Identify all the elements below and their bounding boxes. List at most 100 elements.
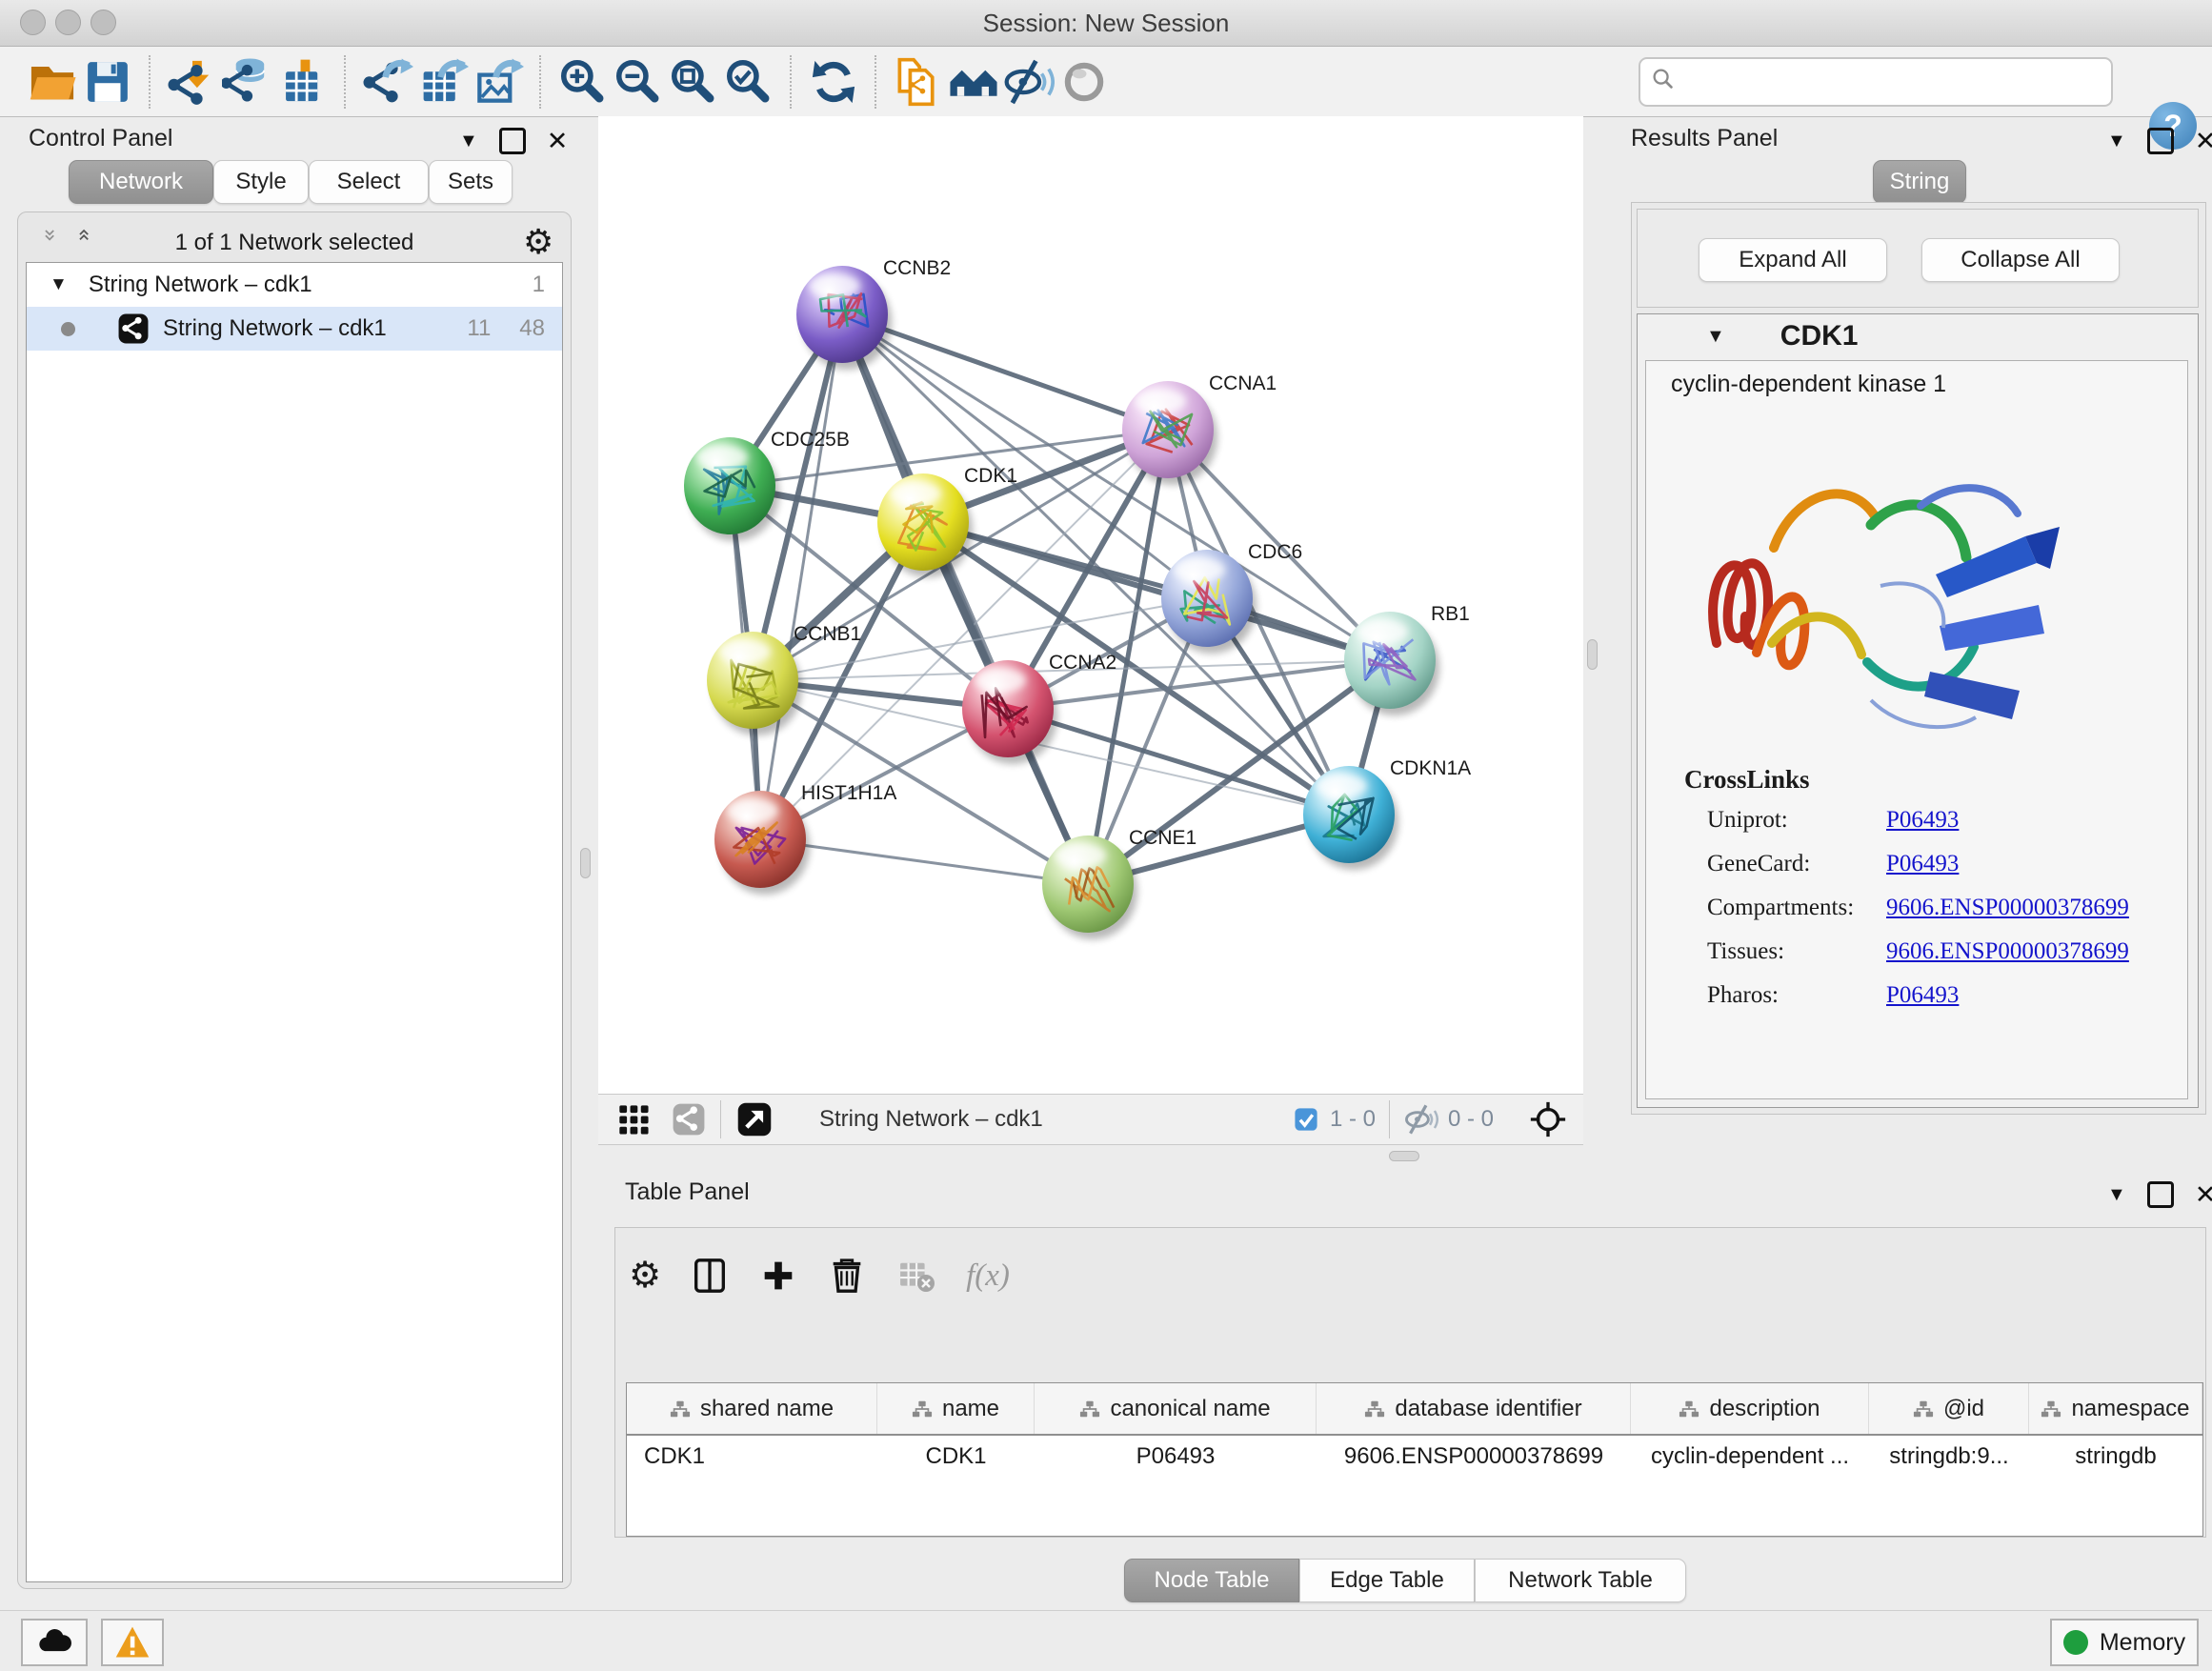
node-table[interactable]: shared namenamecanonical namedatabase id… bbox=[626, 1382, 2203, 1537]
crosslink-value-link[interactable]: 9606.ENSP00000378699 bbox=[1886, 895, 2129, 921]
column-header-name[interactable]: name bbox=[877, 1383, 1035, 1434]
zoom-out-button[interactable] bbox=[611, 53, 666, 111]
import-network-database-button[interactable] bbox=[220, 53, 275, 111]
tab-network[interactable]: Network bbox=[69, 160, 213, 204]
table-cell[interactable]: P06493 bbox=[1035, 1435, 1317, 1478]
table-options-gear-icon[interactable]: ⚙ bbox=[629, 1257, 661, 1295]
node-CCNE1[interactable]: CCNE1 bbox=[1042, 827, 1196, 933]
zoom-selected-button[interactable] bbox=[721, 53, 776, 111]
edge-CCNB2-CCNA1[interactable] bbox=[842, 314, 1168, 430]
collection-expander-icon[interactable]: ▼ bbox=[50, 274, 68, 295]
hierarchy-icon bbox=[1913, 1399, 1934, 1419]
import-network-file-button[interactable] bbox=[165, 53, 220, 111]
import-table-button[interactable] bbox=[275, 53, 331, 111]
network-options-gear-icon[interactable]: ⚙ bbox=[523, 222, 553, 262]
panel-menu-caret-icon[interactable]: ▼ bbox=[2107, 131, 2126, 152]
toolbar-separator bbox=[149, 55, 151, 109]
hidden-eye-icon[interactable] bbox=[1404, 1102, 1438, 1137]
network-view-canvas[interactable]: CCNB2CCNA1CDC25BCDK1CDC6RB1CCNB1CCNA2CDK… bbox=[598, 116, 1583, 1094]
crosslink-value-link[interactable]: P06493 bbox=[1886, 851, 1959, 877]
refresh-view-button[interactable] bbox=[806, 53, 861, 111]
gene-description: cyclin-dependent kinase 1 bbox=[1671, 371, 1946, 398]
network-collection-row[interactable]: ▼ String Network – cdk1 1 bbox=[27, 263, 562, 307]
export-table-button[interactable] bbox=[415, 53, 471, 111]
cloud-button[interactable] bbox=[21, 1619, 88, 1666]
column-header-description[interactable]: description bbox=[1631, 1383, 1869, 1434]
column-header-namespace[interactable]: namespace bbox=[2029, 1383, 2202, 1434]
node-HIST1H1A[interactable]: HIST1H1A bbox=[714, 782, 896, 888]
gene-details-card: cyclin-dependent kinase 1 Cross bbox=[1645, 360, 2188, 1099]
tab-sets[interactable]: Sets bbox=[429, 160, 513, 204]
collapse-all-button[interactable]: Collapse All bbox=[1921, 238, 2120, 282]
export-image-button[interactable] bbox=[471, 53, 526, 111]
zoom-fit-button[interactable] bbox=[666, 53, 721, 111]
panel-menu-caret-icon[interactable]: ▼ bbox=[459, 131, 478, 152]
left-splitter-handle[interactable] bbox=[580, 848, 591, 878]
expand-all-button[interactable]: Expand All bbox=[1699, 238, 1887, 282]
home-button[interactable] bbox=[946, 53, 1001, 111]
search-input[interactable] bbox=[1692, 62, 2111, 102]
table-cell[interactable]: stringdb:9... bbox=[1869, 1435, 2029, 1478]
tab-style[interactable]: Style bbox=[213, 160, 309, 204]
edge-CCNA2-CDKN1A[interactable] bbox=[1008, 709, 1349, 815]
node-RB1[interactable]: RB1 bbox=[1344, 603, 1470, 709]
copy-pages-icon bbox=[893, 56, 944, 108]
import-network-icon bbox=[167, 56, 218, 108]
column-header-shared-name[interactable]: shared name bbox=[627, 1383, 877, 1434]
node-CCNB1[interactable]: CCNB1 bbox=[707, 623, 861, 729]
crosslink-value-link[interactable]: P06493 bbox=[1886, 982, 1959, 1009]
column-header-canonical-name[interactable]: canonical name bbox=[1035, 1383, 1317, 1434]
crosslink-value-link[interactable]: 9606.ENSP00000378699 bbox=[1886, 938, 2129, 965]
tab-node-table[interactable]: Node Table bbox=[1124, 1559, 1299, 1602]
node-label-CDC25B: CDC25B bbox=[771, 429, 850, 451]
tab-string[interactable]: String bbox=[1873, 160, 1966, 204]
table-cell[interactable]: 9606.ENSP00000378699 bbox=[1317, 1435, 1631, 1478]
section-expander-icon[interactable]: ▼ bbox=[1706, 326, 1725, 348]
zoom-in-button[interactable] bbox=[555, 53, 611, 111]
show-columns-icon[interactable] bbox=[690, 1256, 730, 1296]
add-column-icon[interactable] bbox=[758, 1256, 798, 1296]
share-view-icon[interactable] bbox=[671, 1101, 707, 1137]
open-session-button[interactable] bbox=[25, 53, 80, 111]
tab-select[interactable]: Select bbox=[309, 160, 429, 204]
selected-checkbox-icon[interactable] bbox=[1292, 1105, 1320, 1134]
table-cell[interactable]: CDK1 bbox=[877, 1435, 1035, 1478]
save-session-button[interactable] bbox=[80, 53, 135, 111]
panel-float-icon[interactable] bbox=[2147, 1181, 2174, 1208]
show-details-button[interactable] bbox=[1056, 53, 1112, 111]
hide-graphics-details-button[interactable] bbox=[1001, 53, 1056, 111]
panel-menu-caret-icon[interactable]: ▼ bbox=[2107, 1184, 2126, 1206]
crosslink-value-link[interactable]: P06493 bbox=[1886, 807, 1959, 834]
export-network-button[interactable] bbox=[360, 53, 415, 111]
node-CDK1[interactable]: CDK1 bbox=[877, 465, 1017, 571]
network-list[interactable]: ▼ String Network – cdk1 1 String Network… bbox=[26, 262, 563, 1582]
panel-close-icon[interactable]: ✕ bbox=[2195, 1184, 2212, 1205]
delete-column-icon[interactable] bbox=[827, 1256, 867, 1296]
right-splitter-handle[interactable] bbox=[1587, 639, 1598, 670]
table-cell[interactable]: stringdb bbox=[2029, 1435, 2202, 1478]
warnings-button[interactable] bbox=[101, 1619, 164, 1666]
column-header--id[interactable]: @id bbox=[1869, 1383, 2029, 1434]
clone-network-button[interactable] bbox=[891, 53, 946, 111]
table-cell[interactable]: cyclin-dependent ... bbox=[1631, 1435, 1869, 1478]
panel-float-icon[interactable] bbox=[499, 128, 526, 154]
node-CCNA1[interactable]: CCNA1 bbox=[1122, 372, 1277, 478]
node-CCNA2[interactable]: CCNA2 bbox=[962, 652, 1116, 757]
table-cell[interactable]: CDK1 bbox=[627, 1435, 877, 1478]
edge-CDK1-RB1[interactable] bbox=[923, 522, 1390, 660]
panel-float-icon[interactable] bbox=[2147, 128, 2174, 154]
crosshair-icon[interactable] bbox=[1528, 1099, 1568, 1139]
tab-edge-table[interactable]: Edge Table bbox=[1299, 1559, 1475, 1602]
memory-button[interactable]: Memory bbox=[2050, 1619, 2199, 1666]
network-row[interactable]: String Network – cdk1 11 48 bbox=[27, 307, 562, 351]
grid-view-icon[interactable] bbox=[615, 1101, 652, 1137]
tab-network-table[interactable]: Network Table bbox=[1475, 1559, 1686, 1602]
column-header-database-identifier[interactable]: database identifier bbox=[1317, 1383, 1631, 1434]
gene-section-header[interactable]: ▼ CDK1 bbox=[1638, 314, 2198, 358]
panel-close-icon[interactable]: ✕ bbox=[547, 131, 569, 151]
node-label-CCNA2: CCNA2 bbox=[1049, 652, 1116, 674]
panel-close-icon[interactable]: ✕ bbox=[2195, 131, 2212, 151]
search-field[interactable] bbox=[1639, 57, 2113, 107]
bottom-splitter-handle[interactable] bbox=[1389, 1151, 1419, 1161]
birdseye-view-icon[interactable] bbox=[735, 1100, 774, 1138]
